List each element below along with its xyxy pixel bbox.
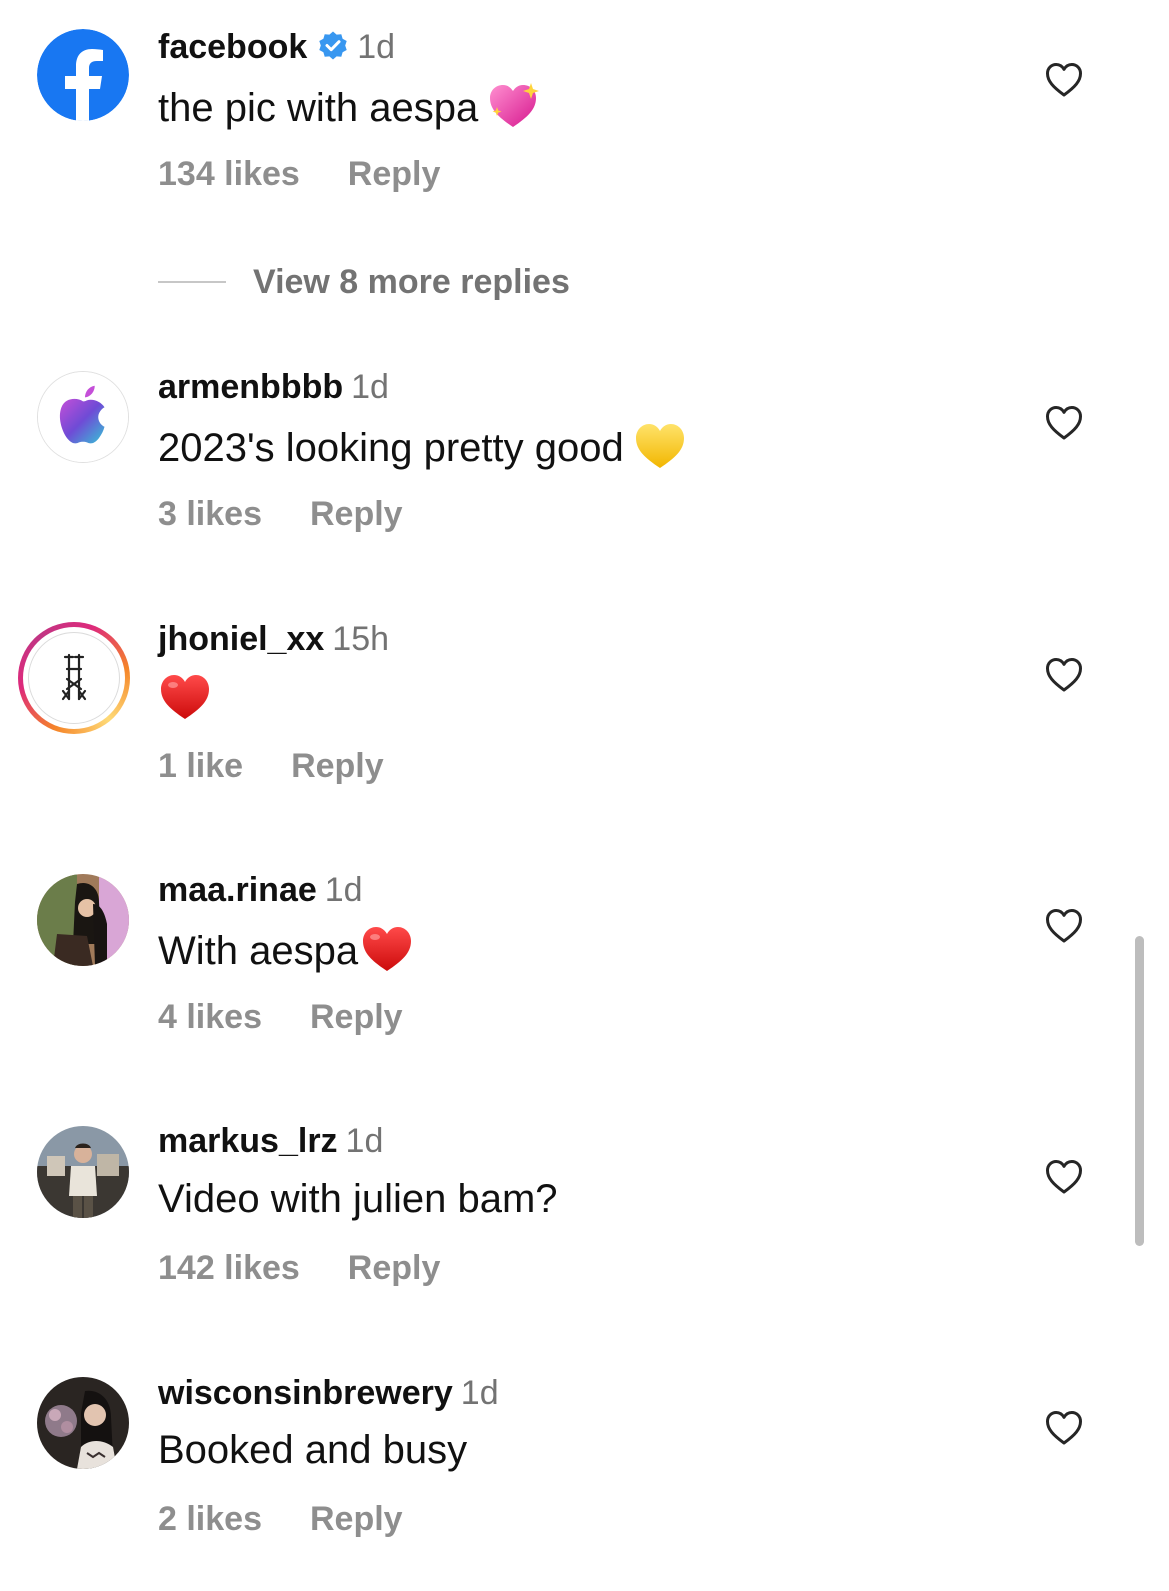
comment-time: 1d — [351, 368, 389, 406]
view-more-replies-label: View 8 more replies — [253, 263, 570, 301]
like-count[interactable]: 1 like — [158, 747, 243, 785]
like-count[interactable]: 2 likes — [158, 1500, 262, 1538]
reply-button[interactable]: Reply — [310, 1500, 403, 1538]
reply-button[interactable]: Reply — [310, 495, 403, 533]
verified-badge-icon — [319, 31, 347, 60]
like-heart-icon[interactable] — [1045, 1410, 1083, 1446]
scrollbar[interactable] — [1135, 936, 1144, 1246]
like-count[interactable]: 3 likes — [158, 495, 262, 533]
apple-logo-icon — [38, 372, 128, 462]
red-heart-icon — [161, 675, 209, 719]
profile-photo-icon — [37, 1126, 129, 1218]
yellow-heart-icon — [635, 424, 684, 468]
like-heart-icon[interactable] — [1045, 62, 1083, 98]
username[interactable]: maa.rinae — [158, 871, 317, 909]
username[interactable]: markus_lrz — [158, 1122, 338, 1160]
sparkling-heart-icon — [490, 83, 540, 127]
comment-time: 15h — [332, 620, 390, 658]
like-heart-icon[interactable] — [1045, 1159, 1083, 1195]
comment-time: 1d — [345, 1122, 384, 1160]
avatar[interactable] — [37, 29, 129, 121]
comment-text: With aespa — [158, 929, 359, 973]
profile-photo-icon — [37, 1377, 129, 1469]
reply-button[interactable]: Reply — [291, 747, 384, 785]
like-heart-icon[interactable] — [1045, 908, 1083, 944]
reply-button[interactable]: Reply — [310, 998, 403, 1036]
avatar[interactable] — [37, 371, 129, 463]
divider — [158, 281, 226, 283]
comment-time: 1d — [357, 28, 396, 66]
avatar-story-ring[interactable] — [18, 622, 130, 734]
like-count[interactable]: 142 likes — [158, 1249, 300, 1287]
like-heart-icon[interactable] — [1045, 657, 1083, 693]
like-count[interactable]: 4 likes — [158, 998, 262, 1036]
monogram-logo-icon — [61, 653, 87, 701]
username[interactable]: facebook — [158, 28, 307, 66]
reply-button[interactable]: Reply — [348, 155, 441, 193]
comment-text: Booked and busy — [158, 1428, 468, 1472]
comment-text: Video with julien bam? — [158, 1177, 558, 1221]
comment-text: 2023's looking pretty good — [158, 426, 624, 470]
reply-button[interactable]: Reply — [348, 1249, 441, 1287]
comment-text: the pic with aespa — [158, 86, 479, 130]
username[interactable]: wisconsinbrewery — [158, 1374, 453, 1412]
username[interactable]: jhoniel_xx — [158, 620, 324, 658]
avatar[interactable] — [37, 874, 129, 966]
profile-photo-icon — [37, 874, 129, 966]
like-count[interactable]: 134 likes — [158, 155, 300, 193]
like-heart-icon[interactable] — [1045, 405, 1083, 441]
comment-time: 1d — [324, 871, 363, 909]
red-heart-icon — [363, 927, 412, 971]
username[interactable]: armenbbbb — [158, 368, 343, 406]
comment-time: 1d — [460, 1374, 499, 1412]
avatar[interactable] — [37, 1126, 129, 1218]
facebook-logo-icon — [37, 29, 129, 121]
avatar[interactable] — [37, 1377, 129, 1469]
